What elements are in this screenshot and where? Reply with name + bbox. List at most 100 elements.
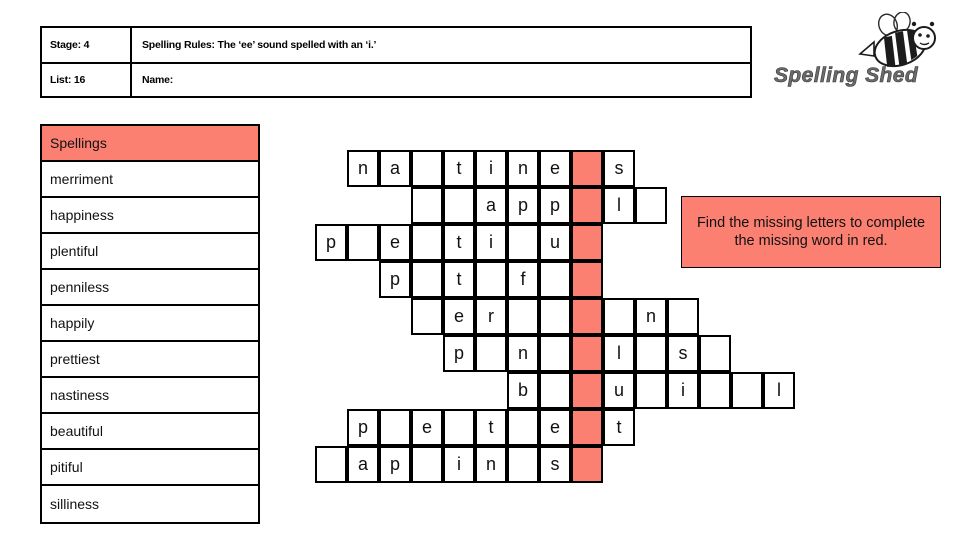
crossword-cell[interactable]: s bbox=[667, 335, 699, 372]
crossword-cell[interactable] bbox=[539, 298, 571, 335]
spellings-list-title: Spellings bbox=[42, 126, 258, 162]
crossword-cell[interactable] bbox=[507, 446, 539, 483]
crossword-cell[interactable] bbox=[411, 261, 443, 298]
crossword-cell[interactable]: n bbox=[347, 150, 379, 187]
crossword-cell[interactable] bbox=[507, 298, 539, 335]
crossword-cell-red[interactable] bbox=[571, 187, 603, 224]
crossword-cell[interactable] bbox=[507, 224, 539, 261]
crossword-cell[interactable] bbox=[507, 409, 539, 446]
crossword-cell[interactable] bbox=[731, 372, 763, 409]
spelling-rules-cell: Spelling Rules: The ‘ee’ sound spelled w… bbox=[142, 39, 377, 51]
crossword-cell[interactable] bbox=[699, 372, 731, 409]
list-item: happily bbox=[42, 306, 258, 342]
crossword-cell[interactable]: t bbox=[443, 261, 475, 298]
crossword-cell-red[interactable] bbox=[571, 446, 603, 483]
crossword-cell[interactable]: e bbox=[539, 409, 571, 446]
crossword-cell[interactable] bbox=[475, 335, 507, 372]
crossword-cell[interactable]: b bbox=[507, 372, 539, 409]
header-row-list: List: 16 Name: bbox=[42, 62, 750, 96]
crossword-cell[interactable]: p bbox=[443, 335, 475, 372]
crossword-cell[interactable]: n bbox=[507, 150, 539, 187]
crossword-cell[interactable]: e bbox=[379, 224, 411, 261]
stage-cell: Stage: 4 bbox=[42, 28, 132, 62]
crossword-cell[interactable]: f bbox=[507, 261, 539, 298]
crossword-cell[interactable]: i bbox=[443, 446, 475, 483]
crossword-cell-red[interactable] bbox=[571, 150, 603, 187]
crossword-cell-red[interactable] bbox=[571, 409, 603, 446]
crossword-cell[interactable]: n bbox=[635, 298, 667, 335]
crossword-cell[interactable] bbox=[443, 409, 475, 446]
crossword-cell[interactable] bbox=[475, 261, 507, 298]
crossword-cell[interactable]: a bbox=[475, 187, 507, 224]
crossword-cell[interactable]: a bbox=[379, 150, 411, 187]
list-item: merriment bbox=[42, 162, 258, 198]
crossword-cell[interactable] bbox=[667, 298, 699, 335]
crossword-cell[interactable]: l bbox=[603, 335, 635, 372]
crossword-cell[interactable]: t bbox=[443, 150, 475, 187]
crossword-cell[interactable]: t bbox=[475, 409, 507, 446]
spelling-shed-logo: Spelling Shed bbox=[774, 11, 952, 96]
instruction-callout: Find the missing letters to complete the… bbox=[681, 196, 941, 268]
crossword-cell[interactable] bbox=[699, 335, 731, 372]
crossword-cell[interactable] bbox=[443, 187, 475, 224]
crossword-cell[interactable] bbox=[635, 372, 667, 409]
name-cell: Name: bbox=[142, 74, 174, 86]
crossword-cell[interactable]: p bbox=[507, 187, 539, 224]
list-cell: List: 16 bbox=[42, 64, 132, 96]
crossword-cell[interactable] bbox=[411, 150, 443, 187]
crossword-cell[interactable]: p bbox=[347, 409, 379, 446]
spellings-list: Spellings merriment happiness plentiful … bbox=[40, 124, 260, 524]
crossword-cell[interactable]: i bbox=[475, 224, 507, 261]
crossword-cell-red[interactable] bbox=[571, 372, 603, 409]
crossword-cell[interactable]: e bbox=[411, 409, 443, 446]
crossword-cell[interactable] bbox=[347, 224, 379, 261]
crossword-cell[interactable]: i bbox=[667, 372, 699, 409]
crossword-cell[interactable]: e bbox=[443, 298, 475, 335]
crossword-cell[interactable]: l bbox=[603, 187, 635, 224]
crossword-cell[interactable]: l bbox=[763, 372, 795, 409]
crossword-cell[interactable]: i bbox=[475, 150, 507, 187]
crossword-cell[interactable]: p bbox=[315, 224, 347, 261]
crossword-cell[interactable] bbox=[411, 187, 443, 224]
worksheet-page: Stage: 4 Spelling Rules: The ‘ee’ sound … bbox=[0, 0, 960, 540]
crossword-cell-red[interactable] bbox=[571, 224, 603, 261]
crossword-cell[interactable]: s bbox=[603, 150, 635, 187]
crossword-cell[interactable]: p bbox=[379, 261, 411, 298]
bee-icon bbox=[858, 11, 936, 68]
crossword-cell[interactable]: a bbox=[347, 446, 379, 483]
crossword-cell-red[interactable] bbox=[571, 298, 603, 335]
crossword-cell[interactable] bbox=[603, 298, 635, 335]
crossword-cell[interactable] bbox=[411, 224, 443, 261]
list-item: silliness bbox=[50, 496, 100, 512]
crossword-cell[interactable] bbox=[411, 446, 443, 483]
list-item: beautiful bbox=[42, 414, 258, 450]
crossword-cell[interactable] bbox=[635, 187, 667, 224]
list-item: pitiful bbox=[42, 450, 258, 486]
list-item: prettiest bbox=[42, 342, 258, 378]
crossword-cell[interactable]: t bbox=[443, 224, 475, 261]
crossword-cell[interactable] bbox=[315, 446, 347, 483]
crossword-cell[interactable]: p bbox=[379, 446, 411, 483]
crossword-cell[interactable] bbox=[411, 298, 443, 335]
logo-wordmark: Spelling Shed bbox=[774, 64, 919, 88]
crossword-cell[interactable]: t bbox=[603, 409, 635, 446]
crossword-cell[interactable]: s bbox=[539, 446, 571, 483]
crossword-cell-red[interactable] bbox=[571, 261, 603, 298]
crossword-cell[interactable]: r bbox=[475, 298, 507, 335]
crossword-cell[interactable] bbox=[379, 409, 411, 446]
crossword-cell[interactable]: n bbox=[507, 335, 539, 372]
list-item: plentiful bbox=[42, 234, 258, 270]
crossword-cell[interactable]: u bbox=[539, 224, 571, 261]
crossword-cell[interactable]: u bbox=[603, 372, 635, 409]
crossword-cell[interactable] bbox=[539, 335, 571, 372]
header-row-stage: Stage: 4 Spelling Rules: The ‘ee’ sound … bbox=[42, 28, 750, 62]
crossword-cell[interactable] bbox=[635, 335, 667, 372]
crossword-cell[interactable]: p bbox=[539, 187, 571, 224]
crossword-cell[interactable]: e bbox=[539, 150, 571, 187]
list-item: penniless bbox=[42, 270, 258, 306]
crossword-cell[interactable]: n bbox=[475, 446, 507, 483]
crossword-cell-red[interactable] bbox=[571, 335, 603, 372]
crossword-cell[interactable] bbox=[539, 372, 571, 409]
crossword-cell[interactable] bbox=[539, 261, 571, 298]
list-item: happiness bbox=[42, 198, 258, 234]
